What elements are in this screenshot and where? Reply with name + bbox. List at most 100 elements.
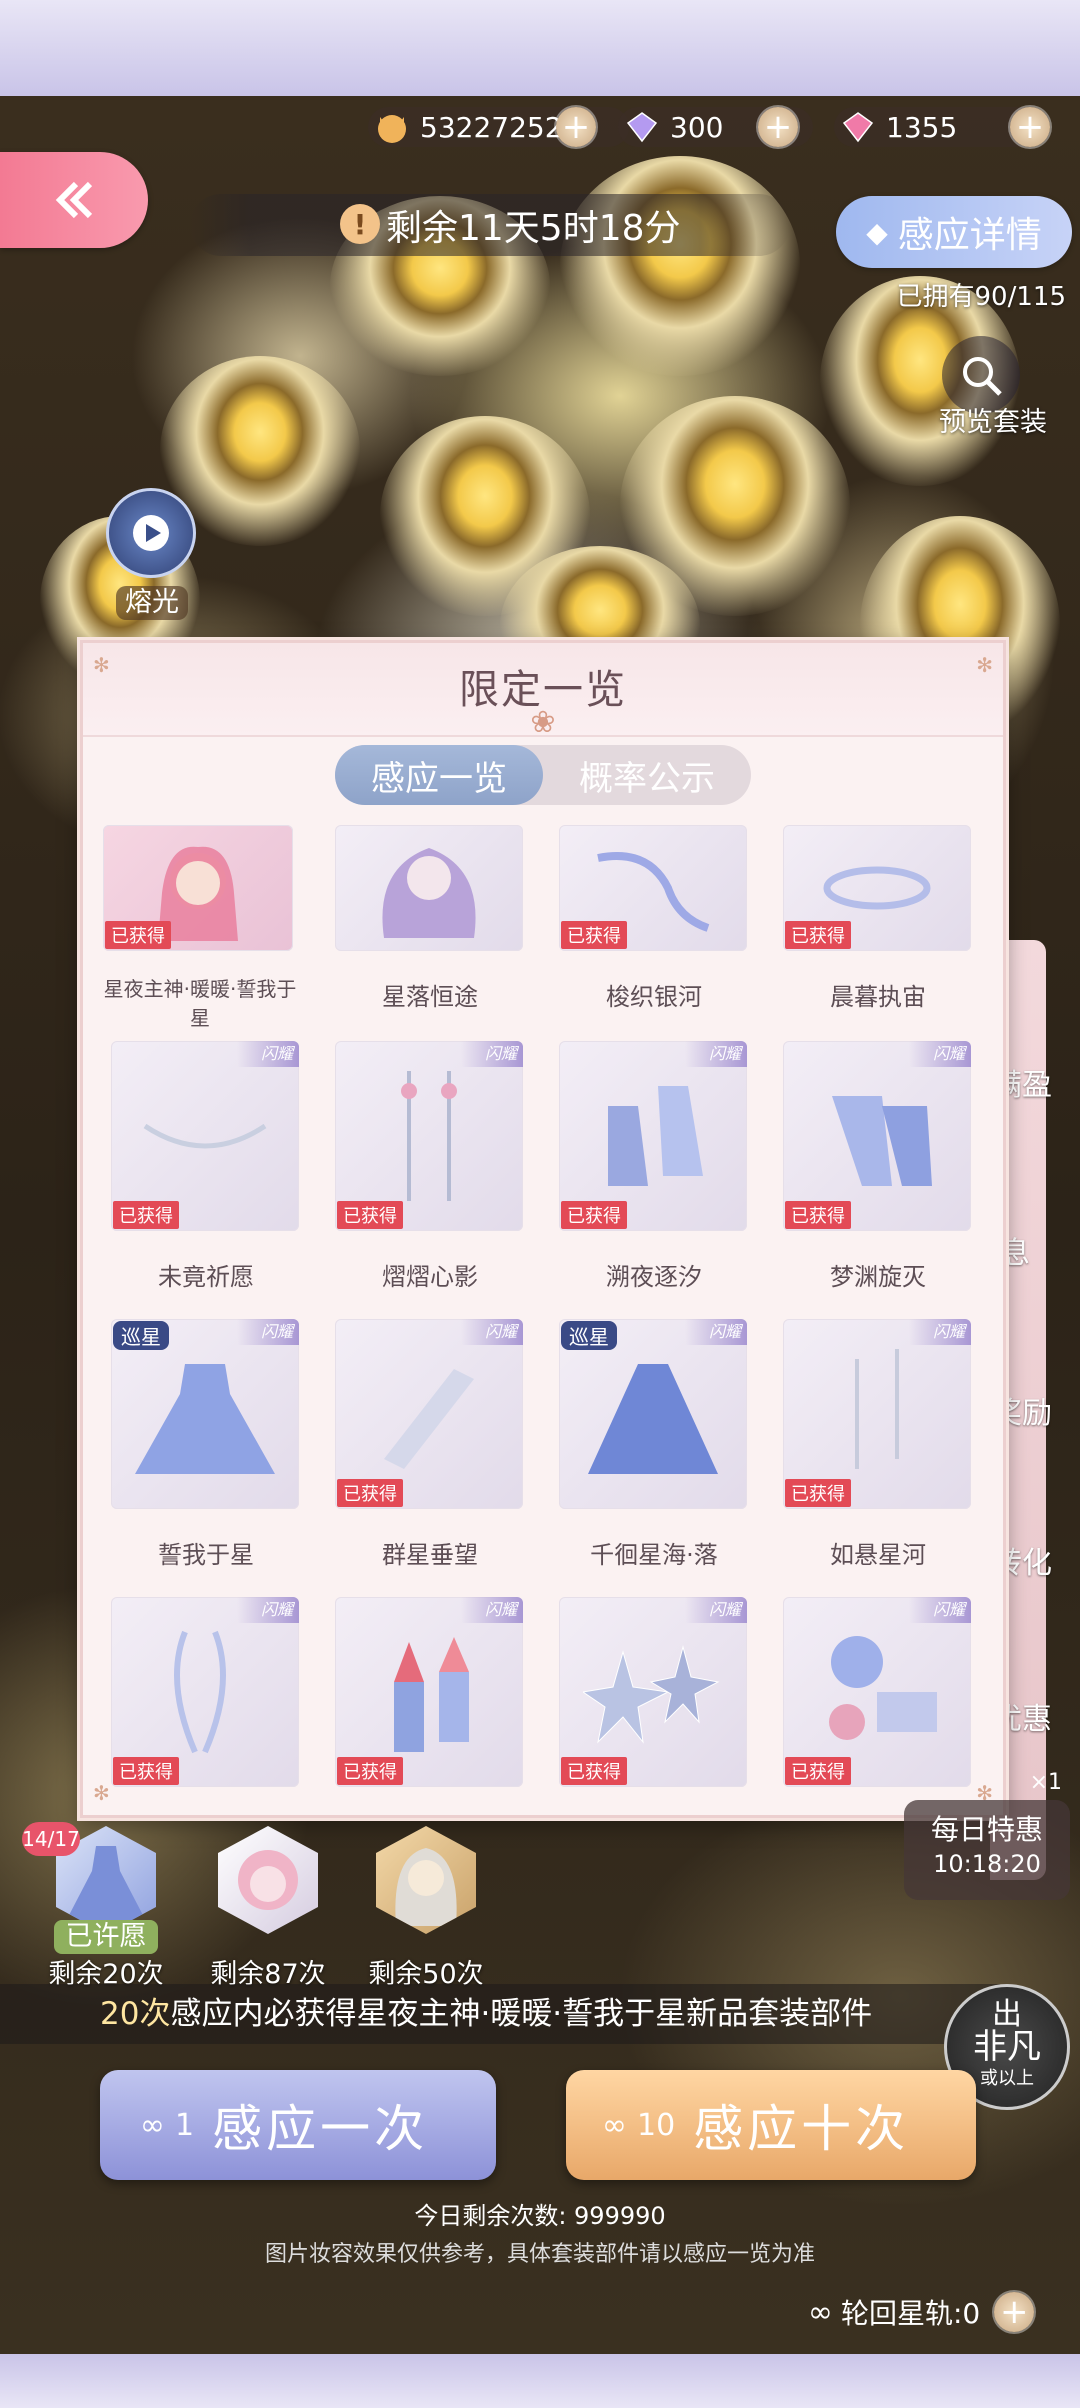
today-remaining-text: 今日剩余次数: 999990 bbox=[414, 2202, 666, 2230]
item-name: 誓我于星 bbox=[158, 1541, 254, 1569]
orbit-ticket-icon: ∞ bbox=[602, 2107, 631, 2143]
accessory-icon bbox=[823, 866, 931, 910]
earrings-icon bbox=[855, 1349, 899, 1469]
preview-outfit-label: 预览套装 bbox=[939, 407, 1047, 438]
back-button[interactable] bbox=[0, 152, 148, 248]
item-name: 群星垂望 bbox=[382, 1541, 478, 1569]
item-card[interactable]: 闪耀 已获得 bbox=[335, 1041, 523, 1231]
item-card[interactable]: 闪耀 已获得 bbox=[783, 1319, 971, 1509]
draw-ten-label: 感应十次 bbox=[693, 2100, 910, 2158]
diamond-amount: 300 bbox=[670, 110, 724, 144]
detail-button[interactable]: ◆ 感应详情 bbox=[836, 196, 1072, 268]
item-name: 星夜主神·暖暖·誓我于星 bbox=[103, 977, 297, 1030]
obtained-badge: 已获得 bbox=[113, 1757, 179, 1785]
item-name: 晨暮执宙 bbox=[830, 983, 926, 1011]
orbit-ticket-icon: ∞ bbox=[140, 2107, 169, 2143]
pink-diamond-icon bbox=[842, 112, 874, 143]
star-tag: 巡星 bbox=[113, 1321, 169, 1350]
obtained-badge: 已获得 bbox=[561, 1201, 627, 1229]
item-name: 千徊星海·落 bbox=[590, 1541, 718, 1569]
pool-progress-badge: 14/17 bbox=[22, 1822, 80, 1856]
obtained-badge: 已获得 bbox=[785, 921, 851, 949]
snowflake-icon: ✻ bbox=[93, 1781, 110, 1805]
shine-flag: 闪耀 bbox=[461, 1041, 523, 1067]
dress-icon bbox=[135, 1364, 275, 1474]
daily-deal-label: 每日特惠 bbox=[930, 1813, 1043, 1846]
item-card[interactable]: 闪耀 已获得 bbox=[335, 1597, 523, 1787]
draw-once-button[interactable]: ∞ 1 感应一次 bbox=[100, 2070, 496, 2180]
feature-label: 熔光 bbox=[116, 586, 188, 620]
currency-diamonds: 300 + bbox=[618, 104, 814, 150]
obtained-badge: 已获得 bbox=[561, 921, 627, 949]
item-card[interactable]: 巡星 闪耀 bbox=[111, 1319, 299, 1509]
shine-flag: 闪耀 bbox=[909, 1597, 971, 1623]
item-card[interactable]: 闪耀 已获得 bbox=[783, 1041, 971, 1231]
earrings-icon bbox=[401, 1071, 457, 1201]
item-name: 熠熠心影 bbox=[382, 1263, 478, 1291]
pink-diamond-amount: 1355 bbox=[886, 110, 958, 144]
character-portrait-icon bbox=[382, 848, 476, 938]
cape-icon bbox=[588, 1364, 718, 1474]
item-card[interactable]: 闪耀 已获得 bbox=[111, 1597, 299, 1787]
shoes-icon bbox=[608, 1086, 703, 1186]
item-card[interactable]: 已获得 bbox=[559, 825, 747, 951]
diamond-icon bbox=[626, 112, 658, 143]
item-card[interactable]: 巡星 闪耀 bbox=[559, 1319, 747, 1509]
shine-flag: 闪耀 bbox=[685, 1041, 747, 1067]
obtained-badge: 已获得 bbox=[337, 1479, 403, 1507]
obtained-badge: 已获得 bbox=[105, 921, 171, 949]
orbit-ticket-icon: ∞ bbox=[808, 2294, 833, 2330]
diamond-icon: ◆ bbox=[866, 215, 888, 249]
item-card[interactable]: 闪耀 已获得 bbox=[559, 1597, 747, 1787]
add-pink-diamonds-button[interactable]: + bbox=[1010, 107, 1050, 147]
play-video-button[interactable] bbox=[106, 488, 196, 578]
item-name: 如悬星河 bbox=[830, 1541, 926, 1569]
obtained-badge: 已获得 bbox=[337, 1201, 403, 1229]
guarantee-count: 20次 bbox=[100, 1996, 171, 2032]
draw-ten-button[interactable]: ∞ 10 感应十次 bbox=[566, 2070, 976, 2180]
disclaimer-text: 图片妆容效果仅供参考，具体套装部件请以感应一览为准 bbox=[264, 2242, 815, 2267]
shine-flag: 闪耀 bbox=[461, 1319, 523, 1345]
item-card[interactable]: 闪耀 已获得 bbox=[783, 1597, 971, 1787]
top-frame bbox=[0, 0, 1080, 96]
item-card[interactable]: 已获得 bbox=[103, 825, 293, 951]
props-set-icon bbox=[829, 1636, 937, 1740]
guarantee-banner: 20次感应内必获得星夜主神·暖暖·誓我于星新品套装部件 bbox=[0, 1984, 1000, 2044]
item-name: 溯夜逐汐 bbox=[606, 1263, 702, 1291]
add-diamonds-button[interactable]: + bbox=[758, 107, 798, 147]
shine-flag: 闪耀 bbox=[461, 1597, 523, 1623]
owned-count: 已拥有90/115 bbox=[896, 282, 1066, 312]
shine-flag: 闪耀 bbox=[237, 1319, 299, 1345]
daily-deal-button[interactable]: ×1 每日特惠 10:18:20 bbox=[904, 1770, 1070, 1900]
draw-once-cost: 1 bbox=[175, 2107, 195, 2143]
coin-amount: 53227252 bbox=[420, 110, 563, 144]
tab-probability[interactable]: 概率公示 bbox=[543, 745, 751, 805]
draw-once-label: 感应一次 bbox=[212, 2100, 429, 2158]
bottom-frame bbox=[0, 2354, 1080, 2408]
item-card[interactable]: 闪耀 已获得 bbox=[111, 1041, 299, 1231]
item-card[interactable]: 已获得 bbox=[783, 825, 971, 951]
detail-button-label: 感应详情 bbox=[897, 215, 1042, 256]
time-remaining-text: 剩余11天5时18分 bbox=[386, 208, 681, 249]
limited-items-modal: ✻ ✻ ✻ ✻ 限定一览 ❀ 感应一览 概率公示 已获得 星夜主神·暖暖·誓我于… bbox=[80, 640, 1006, 1818]
item-name: 梦渊旋灭 bbox=[830, 1263, 926, 1291]
add-coins-button[interactable]: + bbox=[556, 107, 596, 147]
currency-coins: 53227252 + bbox=[368, 104, 629, 150]
time-remaining-banner: 剩余11天5时18分 bbox=[190, 194, 790, 256]
cat-coin-icon bbox=[378, 115, 406, 143]
obtained-badge: 已获得 bbox=[785, 1201, 851, 1229]
item-card[interactable]: 闪耀 已获得 bbox=[559, 1041, 747, 1231]
shine-flag: 闪耀 bbox=[685, 1597, 747, 1623]
alert-icon: ! bbox=[340, 204, 380, 244]
tab-item-list[interactable]: 感应一览 bbox=[335, 745, 543, 805]
item-name: 梭织银河 bbox=[606, 983, 702, 1011]
hair-ribbon-icon bbox=[174, 1630, 226, 1754]
deal-multiplier: ×1 bbox=[1029, 1770, 1062, 1795]
currency-bar: 53227252 + 300 + 1355 + bbox=[368, 104, 1068, 150]
wished-status-badge: 已许愿 bbox=[54, 1920, 158, 1954]
currency-pink-diamonds: 1355 + bbox=[834, 104, 1050, 150]
add-orbit-button[interactable]: + bbox=[994, 2292, 1035, 2332]
item-card[interactable]: 闪耀 已获得 bbox=[335, 1319, 523, 1509]
necklace-icon bbox=[143, 1123, 267, 1149]
item-card[interactable] bbox=[335, 825, 523, 951]
